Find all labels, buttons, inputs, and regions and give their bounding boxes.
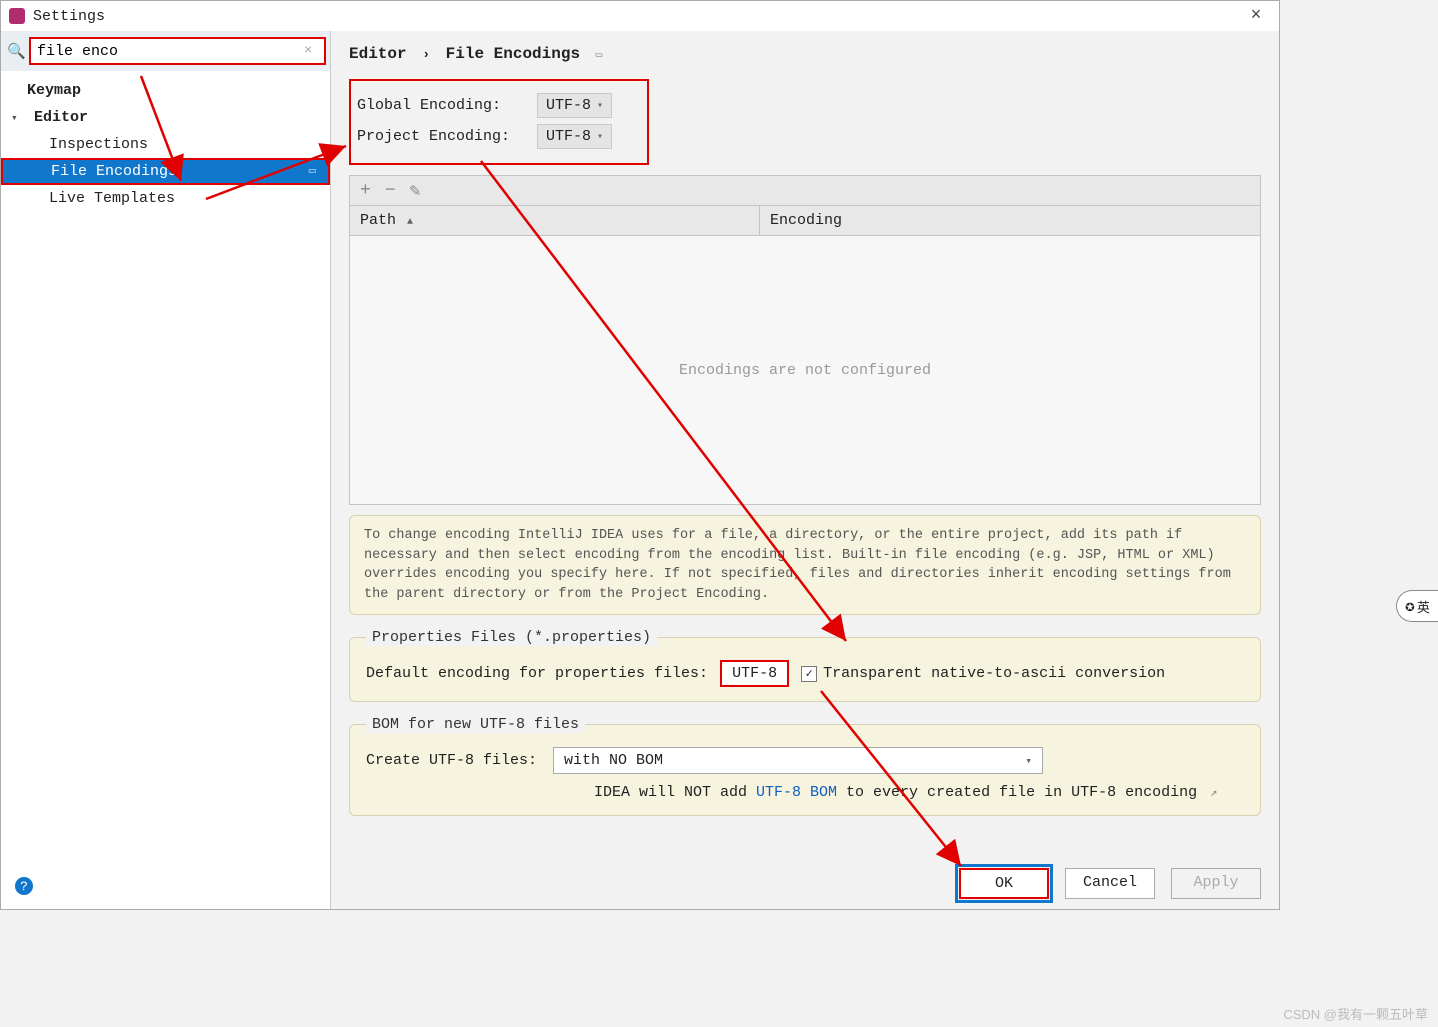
- table-empty: Encodings are not configured: [350, 236, 1260, 504]
- bom-label: Create UTF-8 files:: [366, 752, 537, 769]
- watermark: CSDN @我有一颗五叶草: [1283, 1004, 1428, 1023]
- info-box: To change encoding IntelliJ IDEA uses fo…: [349, 515, 1261, 615]
- sidebar-item-keymap[interactable]: Keymap: [1, 77, 330, 104]
- dialog-buttons: OK Cancel Apply: [959, 868, 1261, 899]
- bom-combo[interactable]: with NO BOM ▾: [553, 747, 1043, 774]
- table-header: Path ▲ Encoding: [350, 206, 1260, 236]
- search-input[interactable]: [29, 37, 326, 65]
- chevron-down-icon: ▾: [1025, 754, 1032, 768]
- add-icon[interactable]: +: [360, 181, 371, 201]
- window-title: Settings: [33, 8, 105, 25]
- settings-tree: Keymap Editor Inspections File Encodings…: [1, 71, 330, 212]
- search-row: 🔍 ×: [1, 31, 330, 71]
- edit-icon[interactable]: ✎: [410, 180, 421, 202]
- chevron-down-icon: ▾: [597, 100, 603, 112]
- breadcrumb-a: Editor: [349, 45, 407, 63]
- encodings-table: + − ✎ Path ▲ Encoding Encodings are not …: [349, 175, 1261, 505]
- close-icon[interactable]: ×: [1241, 6, 1271, 26]
- bom-legend: BOM for new UTF-8 files: [366, 716, 585, 733]
- sidebar: 🔍 × Keymap Editor Inspections File Encod…: [1, 31, 331, 909]
- settings-window: Settings × 🔍 × Keymap Editor Inspections…: [0, 0, 1280, 910]
- sidebar-item-live-templates[interactable]: Live Templates: [1, 185, 330, 212]
- remove-icon[interactable]: −: [385, 181, 396, 201]
- col-encoding[interactable]: Encoding: [760, 206, 1260, 235]
- titlebar: Settings ×: [1, 1, 1279, 31]
- external-link-icon: ↗: [1210, 786, 1217, 800]
- bom-note: IDEA will NOT add UTF-8 BOM to every cre…: [594, 784, 1244, 801]
- project-encoding-combo[interactable]: UTF-8 ▾: [537, 124, 612, 149]
- properties-label: Default encoding for properties files:: [366, 665, 708, 682]
- bom-group: BOM for new UTF-8 files Create UTF-8 fil…: [349, 716, 1261, 816]
- sidebar-item-editor[interactable]: Editor: [1, 104, 330, 131]
- project-config-icon: ▭: [596, 50, 603, 62]
- encoding-block: Global Encoding: UTF-8 ▾ Project Encodin…: [349, 79, 649, 165]
- app-icon: [9, 8, 25, 24]
- search-icon: 🔍: [7, 42, 25, 61]
- apply-button: Apply: [1171, 868, 1261, 899]
- combo-value: UTF-8: [546, 128, 591, 145]
- sort-asc-icon: ▲: [407, 217, 413, 228]
- help-icon[interactable]: ?: [15, 877, 33, 895]
- ok-button[interactable]: OK: [959, 868, 1049, 899]
- chevron-down-icon: ▾: [597, 131, 603, 143]
- combo-value: UTF-8: [546, 97, 591, 114]
- main-panel: Editor › File Encodings ▭ Global Encodin…: [331, 31, 1279, 909]
- properties-legend: Properties Files (*.properties): [366, 629, 657, 646]
- sidebar-item-label: Editor: [34, 109, 88, 126]
- properties-encoding-combo[interactable]: UTF-8: [720, 660, 789, 687]
- properties-group: Properties Files (*.properties) Default …: [349, 629, 1261, 702]
- transparent-ascii-checkbox[interactable]: ✓ Transparent native-to-ascii conversion: [801, 665, 1165, 682]
- ime-indicator[interactable]: ✪ 英: [1396, 590, 1438, 622]
- project-encoding-label: Project Encoding:: [357, 128, 527, 145]
- breadcrumb: Editor › File Encodings ▭: [349, 45, 1261, 63]
- combo-value: with NO BOM: [564, 752, 663, 769]
- global-encoding-label: Global Encoding:: [357, 97, 527, 114]
- sidebar-item-file-encodings[interactable]: File Encodings ▭: [1, 158, 330, 185]
- table-toolbar: + − ✎: [350, 176, 1260, 206]
- cancel-button[interactable]: Cancel: [1065, 868, 1155, 899]
- checkbox-label: Transparent native-to-ascii conversion: [823, 665, 1165, 682]
- project-config-icon: ▭: [309, 163, 316, 178]
- chevron-right-icon: ›: [422, 47, 430, 62]
- global-encoding-combo[interactable]: UTF-8 ▾: [537, 93, 612, 118]
- utf8-bom-link[interactable]: UTF-8 BOM: [756, 784, 837, 801]
- check-icon: ✓: [801, 666, 817, 682]
- sidebar-item-label: File Encodings: [51, 163, 177, 180]
- breadcrumb-b: File Encodings: [446, 45, 580, 63]
- globe-icon: ✪: [1405, 596, 1415, 616]
- col-path[interactable]: Path ▲: [350, 206, 760, 235]
- clear-icon[interactable]: ×: [304, 43, 324, 59]
- sidebar-item-inspections[interactable]: Inspections: [1, 131, 330, 158]
